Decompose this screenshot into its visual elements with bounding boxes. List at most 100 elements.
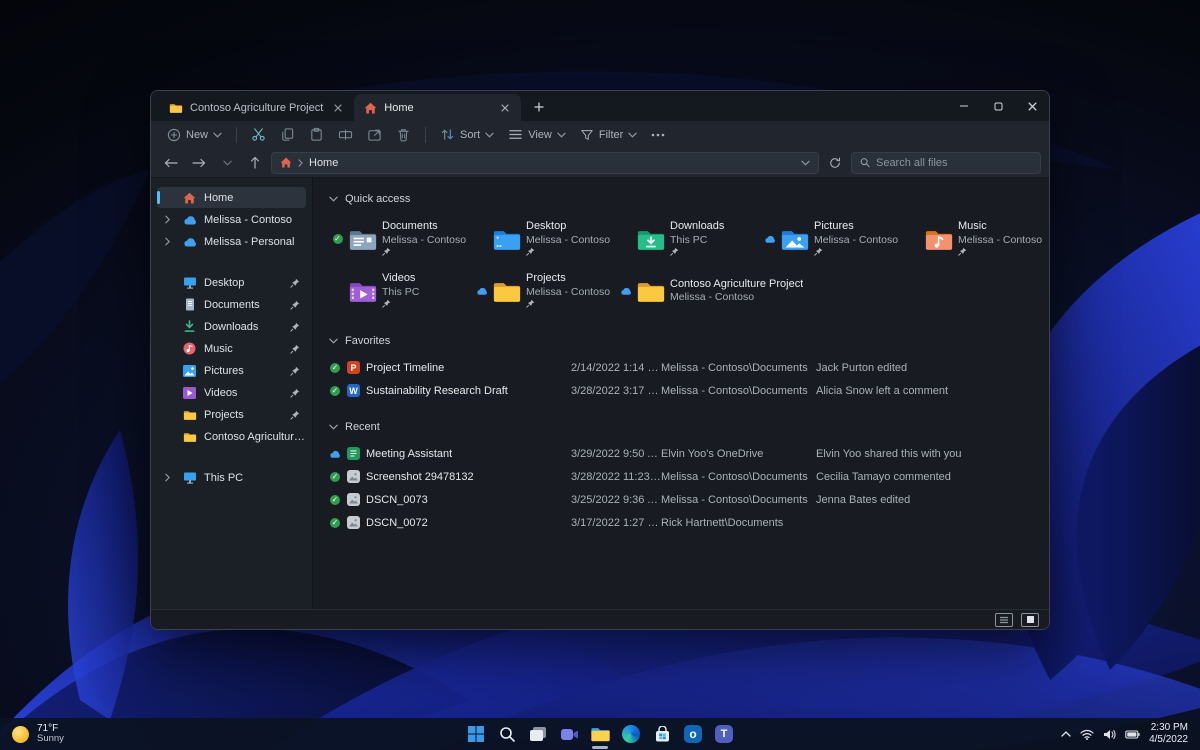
quick-access-tile-contoso-agriculture-project[interactable]: Contoso Agriculture Project Melissa - Co… xyxy=(617,268,905,314)
sidebar-item-music[interactable]: Music xyxy=(157,338,306,359)
quick-access-tile-videos[interactable]: Videos This PC xyxy=(329,268,473,314)
paste-button[interactable] xyxy=(303,124,330,145)
home-icon xyxy=(280,157,292,168)
back-button[interactable] xyxy=(159,152,183,174)
recent-locations-button[interactable] xyxy=(215,152,239,174)
section-quick-access[interactable]: Quick access xyxy=(329,188,1049,210)
large-icons-view-button[interactable] xyxy=(1021,612,1039,627)
trash-icon xyxy=(398,129,409,142)
new-tab-button[interactable] xyxy=(527,95,551,119)
quick-access-tile-documents[interactable]: ✓ Documents Melissa - Contoso xyxy=(329,216,473,262)
file-row-meeting-assistant[interactable]: Meeting Assistant 3/29/2022 9:50 AM Elvi… xyxy=(329,442,1049,465)
sun-icon xyxy=(12,725,29,743)
sidebar-item-this-pc[interactable]: This PC xyxy=(157,467,306,488)
teams-button[interactable]: T xyxy=(711,721,737,747)
rename-button[interactable] xyxy=(332,124,359,145)
search-box[interactable] xyxy=(851,151,1041,174)
search-button[interactable] xyxy=(494,721,520,747)
task-view-button[interactable] xyxy=(525,721,551,747)
quick-access-tile-pictures[interactable]: Pictures Melissa - Contoso xyxy=(761,216,905,262)
battery-icon[interactable] xyxy=(1125,729,1140,739)
address-bar[interactable]: Home xyxy=(271,151,819,174)
tile-name: Projects xyxy=(526,272,566,285)
start-button[interactable] xyxy=(463,721,489,747)
tab-home[interactable]: Home xyxy=(354,94,521,121)
view-button[interactable]: View xyxy=(502,125,572,144)
section-recent[interactable]: Recent xyxy=(329,416,1049,438)
close-window-button[interactable] xyxy=(1015,91,1049,121)
maximize-button[interactable] xyxy=(981,91,1015,121)
quick-access-grid: ✓ Documents Melissa - Contoso Desktop Me… xyxy=(329,216,1049,314)
collapse-chevron-icon[interactable] xyxy=(329,424,338,430)
tile-name: Desktop xyxy=(526,220,567,233)
edge-button[interactable] xyxy=(618,721,644,747)
hidden-icons-chevron[interactable] xyxy=(1061,731,1071,737)
minimize-button[interactable] xyxy=(947,91,981,121)
documents-folder-icon xyxy=(348,227,378,252)
file-name: Screenshot 29478132 xyxy=(366,470,474,483)
quick-access-tile-music[interactable]: Music Melissa - Contoso xyxy=(905,216,1049,262)
sidebar-item-contoso-agriculture-project[interactable]: Contoso Agriculture Project xyxy=(157,426,306,447)
file-row-screenshot-29478132[interactable]: ✓ Screenshot 29478132 3/28/2022 11:23 AM… xyxy=(329,465,1049,488)
sidebar-item-melissa-personal[interactable]: Melissa - Personal xyxy=(157,231,306,252)
file-row-sustainability-research-draft[interactable]: ✓ W Sustainability Research Draft 3/28/2… xyxy=(329,379,1049,402)
file-date: 3/25/2022 9:36 AM xyxy=(571,493,661,506)
collapse-chevron-icon[interactable] xyxy=(329,196,338,202)
file-row-project-timeline[interactable]: ✓ P Project Timeline 2/14/2022 1:14 PM M… xyxy=(329,356,1049,379)
sidebar-item-melissa-contoso[interactable]: Melissa - Contoso xyxy=(157,209,306,230)
more-options-button[interactable] xyxy=(645,130,671,140)
chat-button[interactable] xyxy=(556,721,582,747)
quick-access-tile-downloads[interactable]: Downloads This PC xyxy=(617,216,761,262)
details-view-button[interactable] xyxy=(995,612,1013,627)
file-row-dscn-0073[interactable]: ✓ DSCN_0073 3/25/2022 9:36 AM Melissa - … xyxy=(329,488,1049,511)
filter-button[interactable]: Filter xyxy=(574,125,643,145)
breadcrumb-location[interactable]: Home xyxy=(309,157,338,169)
arrow-right-icon xyxy=(192,158,206,167)
sidebar-item-documents[interactable]: Documents xyxy=(157,294,306,315)
search-icon xyxy=(860,158,870,168)
tab-contoso-agriculture-project[interactable]: Contoso Agriculture Project xyxy=(159,94,354,121)
refresh-button[interactable] xyxy=(823,152,847,174)
sidebar-item-home[interactable]: Home xyxy=(157,187,306,208)
section-label: Quick access xyxy=(345,193,411,205)
volume-icon[interactable] xyxy=(1103,729,1116,740)
new-button[interactable]: New xyxy=(161,125,228,145)
forward-button[interactable] xyxy=(187,152,211,174)
expand-chevron-icon[interactable] xyxy=(165,237,175,246)
sidebar-item-projects[interactable]: Projects xyxy=(157,404,306,425)
music-disc-icon xyxy=(182,342,197,356)
share-button[interactable] xyxy=(361,124,388,145)
file-explorer-button[interactable] xyxy=(587,721,613,749)
sidebar-item-label: Desktop xyxy=(204,276,245,289)
sort-button[interactable]: Sort xyxy=(434,124,500,145)
weather-widget[interactable]: 71°F Sunny xyxy=(0,718,76,750)
sidebar-item-desktop[interactable]: Desktop xyxy=(157,272,306,293)
pin-icon xyxy=(290,410,300,420)
search-input[interactable] xyxy=(875,156,1032,169)
clock-date: 4/5/2022 xyxy=(1149,734,1188,745)
arrow-up-icon xyxy=(250,156,260,169)
expand-chevron-icon[interactable] xyxy=(165,215,175,224)
cloud-status-icon xyxy=(763,234,776,244)
outlook-button[interactable]: o xyxy=(680,721,706,747)
quick-access-tile-desktop[interactable]: Desktop Melissa - Contoso xyxy=(473,216,617,262)
up-button[interactable] xyxy=(243,152,267,174)
delete-button[interactable] xyxy=(390,124,417,145)
file-row-dscn-0072[interactable]: ✓ DSCN_0072 3/17/2022 1:27 PM Rick Hartn… xyxy=(329,511,1049,534)
cut-button[interactable] xyxy=(245,124,272,145)
tab-close-button[interactable] xyxy=(497,100,513,116)
quick-access-tile-projects[interactable]: Projects Melissa - Contoso xyxy=(473,268,617,314)
sidebar-item-downloads[interactable]: Downloads xyxy=(157,316,306,337)
expand-chevron-icon[interactable] xyxy=(165,473,175,482)
sidebar-item-videos[interactable]: Videos xyxy=(157,382,306,403)
copy-button[interactable] xyxy=(274,124,301,145)
store-button[interactable] xyxy=(649,721,675,747)
tab-close-button[interactable] xyxy=(330,100,346,116)
image-file-icon xyxy=(347,493,360,506)
sidebar-item-pictures[interactable]: Pictures xyxy=(157,360,306,381)
clock[interactable]: 2:30 PM 4/5/2022 xyxy=(1149,722,1188,746)
section-favorites[interactable]: Favorites xyxy=(329,330,1049,352)
collapse-chevron-icon[interactable] xyxy=(329,338,338,344)
address-dropdown-icon[interactable] xyxy=(801,160,810,166)
wifi-icon[interactable] xyxy=(1080,729,1094,740)
